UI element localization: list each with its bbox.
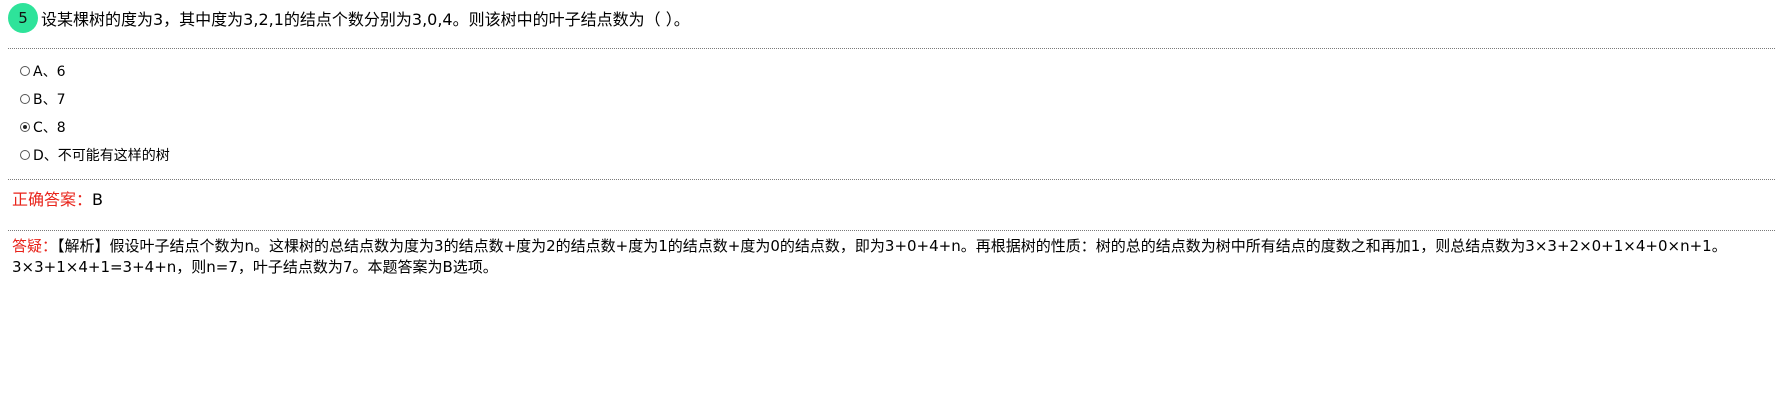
explanation-text: 【解析】假设叶子结点个数为n。这棵树的总结点数为度为3的结点数+度为2的结点数+…: [12, 237, 1727, 276]
option-c-label: C、8: [33, 120, 66, 136]
option-c[interactable]: C、8: [20, 113, 170, 141]
option-b[interactable]: B、7: [20, 85, 170, 113]
divider-top: [8, 48, 1775, 49]
question-header: 5 设某棵树的度为3，其中度为3,2,1的结点个数分别为3,0,4。则该树中的叶…: [8, 3, 690, 33]
divider-middle: [8, 179, 1775, 180]
radio-option-a[interactable]: [20, 66, 30, 76]
option-d[interactable]: D、不可能有这样的树: [20, 141, 170, 169]
correct-answer-label: 正确答案：: [12, 190, 93, 209]
option-a[interactable]: A、6: [20, 57, 170, 85]
radio-option-c[interactable]: [20, 122, 30, 132]
options-list: A、6 B、7 C、8 D、不可能有这样的树: [20, 57, 170, 169]
question-text: 设某棵树的度为3，其中度为3,2,1的结点个数分别为3,0,4。则该树中的叶子结…: [41, 10, 690, 29]
option-d-label: D、不可能有这样的树: [33, 148, 170, 164]
radio-option-d[interactable]: [20, 150, 30, 160]
radio-option-b[interactable]: [20, 94, 30, 104]
question-number-badge: 5: [8, 3, 38, 33]
correct-answer: 正确答案：B: [12, 186, 103, 210]
divider-bottom: [8, 230, 1775, 231]
explanation-label: 答疑：: [12, 237, 58, 255]
option-b-label: B、7: [33, 92, 66, 108]
option-a-label: A、6: [33, 64, 66, 80]
correct-answer-value: B: [92, 190, 103, 209]
explanation: 答疑：【解析】假设叶子结点个数为n。这棵树的总结点数为度为3的结点数+度为2的结…: [12, 236, 1767, 278]
